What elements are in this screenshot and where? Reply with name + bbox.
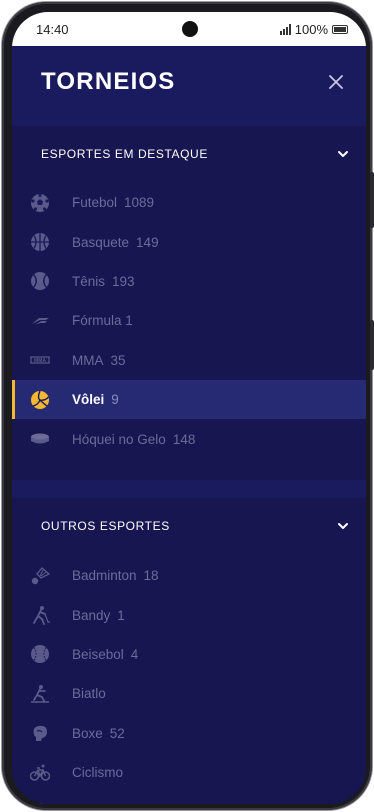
baseball-icon — [29, 643, 51, 665]
tournament-count: 4 — [130, 646, 139, 662]
sport-label: Tênis — [72, 273, 106, 289]
phone-frame: 14:40 100% TORNEIOS ESPORTES EM DESTAQUE… — [2, 2, 374, 810]
shuttlecock-icon — [29, 565, 51, 587]
menu-header: TORNEIOS — [12, 46, 366, 126]
sport-label: Hóquei no Gelo — [72, 431, 166, 447]
bicycle-icon — [29, 762, 51, 784]
sport-label: Biatlo — [72, 686, 106, 702]
tournaments-menu: TORNEIOS ESPORTES EM DESTAQUE Futebol 108… — [12, 46, 366, 804]
chevron-down-icon — [338, 523, 348, 529]
close-icon — [329, 75, 343, 89]
soccer-ball-icon — [29, 192, 51, 214]
close-button[interactable] — [324, 70, 348, 94]
sport-label: Vôlei — [72, 392, 105, 408]
sport-label: Bandy — [72, 607, 111, 623]
tournament-count: 9 — [111, 392, 119, 408]
section-title: ESPORTES EM DESTAQUE — [41, 147, 208, 161]
featured-sports-header[interactable]: ESPORTES EM DESTAQUE — [12, 126, 366, 182]
volume-button — [370, 172, 374, 228]
status-time: 14:40 — [36, 21, 69, 37]
sport-item-biatlo[interactable]: Biatlo — [12, 674, 366, 713]
sport-item-mma[interactable]: MMA MMA 35 — [12, 341, 366, 380]
chevron-down-icon — [338, 151, 348, 157]
sport-label: Beisebol — [72, 646, 124, 662]
tournament-count: 35 — [110, 352, 126, 368]
tournament-count: 18 — [143, 568, 159, 584]
front-camera — [182, 21, 198, 37]
sport-label: Badminton — [72, 568, 137, 584]
sport-item-t-nis[interactable]: Tênis 193 — [12, 262, 366, 301]
volleyball-icon — [29, 389, 51, 411]
status-indicators: 100% — [279, 21, 348, 37]
sport-item-bandy[interactable]: Bandy 1 — [12, 595, 366, 634]
cricket-ball-icon — [29, 801, 51, 804]
status-bar: 14:40 100% — [12, 12, 366, 46]
section-title: OUTROS ESPORTES — [41, 519, 170, 533]
battery-icon — [332, 24, 348, 34]
sport-item-badminton[interactable]: Badminton 18 — [12, 556, 366, 595]
tournament-count: 1 — [117, 607, 125, 623]
battery-percent: 100% — [294, 21, 328, 37]
featured-sports-list: Futebol 1089 Basquete 149 Tênis 193 Fórmula 1 M… — [12, 182, 366, 459]
sport-item-h-quei-no-gelo[interactable]: Hóquei no Gelo 148 — [12, 419, 366, 458]
biathlon-icon — [29, 683, 51, 705]
hockey-puck-icon — [29, 428, 51, 450]
other-sports-header[interactable]: OUTROS ESPORTES — [12, 498, 366, 554]
sport-label: Fórmula 1 — [72, 313, 133, 329]
sport-item-v-lei[interactable]: Vôlei 9 — [12, 379, 366, 420]
sport-label: Boxe — [72, 725, 103, 741]
sport-item-beisebol[interactable]: Beisebol 4 — [12, 635, 366, 674]
power-button — [370, 320, 374, 370]
sport-item-ciclismo[interactable]: Ciclismo — [12, 753, 366, 792]
page-title: TORNEIOS — [41, 68, 176, 95]
sport-item-basquete[interactable]: Basquete 149 — [12, 222, 366, 261]
signal-icon — [279, 23, 291, 35]
sport-item-futebol[interactable]: Futebol 1089 — [12, 183, 366, 222]
sport-item-cricket[interactable]: Cricket8 — [12, 792, 366, 804]
tournament-count: 193 — [112, 273, 135, 289]
mma-icon: MMA — [29, 349, 51, 371]
boxing-glove-icon — [29, 722, 51, 744]
formula1-icon — [29, 310, 51, 332]
basketball-icon — [29, 231, 51, 253]
sport-label: Ciclismo — [72, 765, 124, 781]
tournament-count: 52 — [109, 725, 125, 741]
bandy-player-icon — [29, 604, 51, 626]
tennis-ball-icon — [29, 270, 51, 292]
sport-item-boxe[interactable]: Boxe 52 — [12, 714, 366, 753]
sport-label: Futebol — [72, 195, 118, 211]
svg-text:MMA: MMA — [34, 358, 46, 364]
tournament-count: 1089 — [124, 195, 155, 211]
tournament-count: 149 — [136, 234, 159, 250]
featured-sports-section: ESPORTES EM DESTAQUE Futebol 1089 Basquete… — [12, 126, 366, 480]
sport-label: MMA — [72, 352, 104, 368]
sport-item-f-rmula-1[interactable]: Fórmula 1 — [12, 301, 366, 340]
other-sports-list: Badminton 18 Bandy 1 Beisebol 4 Biatlo Boxe 52 Ci… — [12, 554, 366, 804]
tournament-count: 148 — [172, 431, 196, 447]
other-sports-section: OUTROS ESPORTES Badminton 18 Bandy 1 Beisebo… — [12, 498, 366, 804]
sport-label: Basquete — [72, 234, 130, 250]
screen: 14:40 100% TORNEIOS ESPORTES EM DESTAQUE… — [12, 12, 366, 804]
